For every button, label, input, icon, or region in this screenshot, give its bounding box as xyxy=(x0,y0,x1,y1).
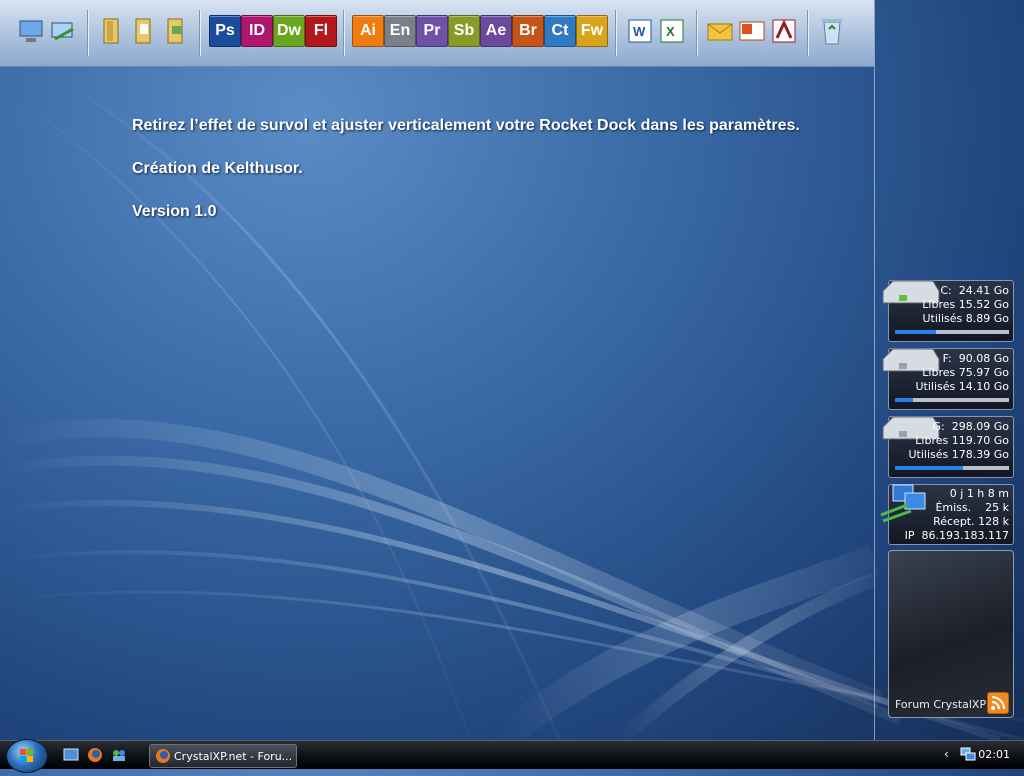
drive-used: 14.10 Go xyxy=(958,380,1009,393)
flash-icon[interactable]: Fl xyxy=(305,14,337,48)
recycle-bin-icon[interactable] xyxy=(816,14,848,48)
taskbar: CrystalXP.net - Foru... ‹ 02:01 xyxy=(0,739,1024,773)
show-desktop-icon[interactable] xyxy=(63,747,79,763)
premiere-icon[interactable]: Pr xyxy=(416,14,448,48)
network-computers-icon xyxy=(880,484,926,523)
drive-free-label: Libres xyxy=(922,366,956,379)
drive-used-label: Utilisés xyxy=(922,312,963,325)
network-ip: 86.193.183.117 xyxy=(921,529,1009,542)
drive-used-label: Utilisés xyxy=(908,448,949,461)
folder-pictures-icon[interactable] xyxy=(161,14,193,48)
dock-separator xyxy=(615,10,616,56)
messenger-icon[interactable] xyxy=(111,747,127,763)
dock-separator xyxy=(87,10,88,56)
soundbooth-icon[interactable]: Sb xyxy=(448,14,480,48)
drive-free-label: Libres xyxy=(915,434,949,447)
word-icon[interactable]: W xyxy=(624,14,656,48)
windows-logo-icon xyxy=(20,749,33,762)
drive-letter: F: xyxy=(942,352,952,365)
drive-free-label: Libres xyxy=(922,298,956,311)
excel-icon[interactable]: X xyxy=(656,14,688,48)
sidebar-divider-line xyxy=(874,0,875,740)
drive-gadget-f[interactable]: F: 90.08 Go Libres 75.97 Go Utilisés 14.… xyxy=(882,348,1014,410)
contribute-icon[interactable]: Ct xyxy=(544,14,576,48)
drive-total: 24.41 Go xyxy=(958,284,1009,297)
drive-letter: G: xyxy=(932,420,945,433)
drive-free: 75.97 Go xyxy=(958,366,1009,379)
drive-free: 15.52 Go xyxy=(958,298,1009,311)
network-sent: 25 k xyxy=(985,501,1009,514)
bridge-icon[interactable]: Br xyxy=(512,14,544,48)
drive-usage-fill xyxy=(895,398,914,402)
network-recv: 128 k xyxy=(978,515,1009,528)
taskbar-button-label: CrystalXP.net - Foru... xyxy=(174,749,293,763)
network-ip-label: IP xyxy=(904,529,915,542)
folder-documents-icon[interactable] xyxy=(129,14,161,48)
indesign-icon[interactable]: ID xyxy=(241,14,273,48)
rocket-dock: Ps ID Dw Fl Ai En Pr Sb Ae Br Ct Fw W X xyxy=(0,0,874,67)
forum-label[interactable]: Forum CrystalXP xyxy=(895,698,986,711)
desktop-text-line: Retirez l’effet de survol et ajuster ver… xyxy=(132,117,800,134)
fireworks-icon[interactable]: Fw xyxy=(576,14,608,48)
drive-gadget-c[interactable]: C: 24.41 Go Libres 15.52 Go Utilisés 8.8… xyxy=(882,280,1014,342)
network-places-icon[interactable] xyxy=(48,14,80,48)
drive-used: 8.89 Go xyxy=(965,312,1009,325)
dock-separator xyxy=(807,10,808,56)
dock-separator xyxy=(696,10,697,56)
computer-icon[interactable] xyxy=(16,14,48,48)
dock-separator xyxy=(343,10,344,56)
drive-free: 119.70 Go xyxy=(951,434,1009,447)
outlook-icon[interactable] xyxy=(704,14,736,48)
drive-usage-fill xyxy=(895,466,964,470)
folder-icon[interactable] xyxy=(97,14,129,48)
drive-used-label: Utilisés xyxy=(915,380,956,393)
drive-used: 178.39 Go xyxy=(951,448,1009,461)
drive-total: 298.09 Go xyxy=(951,420,1009,433)
rss-icon[interactable] xyxy=(987,692,1009,714)
forum-feed-gadget[interactable]: Forum CrystalXP xyxy=(888,550,1014,718)
tray-expand-chevron[interactable]: ‹ xyxy=(944,747,949,761)
drive-gadget-g[interactable]: G: 298.09 Go Libres 119.70 Go Utilisés 1… xyxy=(882,416,1014,478)
drive-usage-bar xyxy=(895,466,1009,470)
drive-usage-fill xyxy=(895,330,937,334)
network-tray-icon[interactable] xyxy=(960,747,976,763)
desktop-text-line: Création de Kelthusor. xyxy=(132,160,303,177)
network-gadget[interactable]: 0 j 1 h 8 m Émiss. 25 k Récept. 128 k IP… xyxy=(880,484,1014,545)
svg-text:X: X xyxy=(666,24,675,39)
after-effects-icon[interactable]: Ae xyxy=(480,14,512,48)
drive-usage-bar xyxy=(895,330,1009,334)
network-sent-label: Émiss. xyxy=(935,501,972,514)
drive-letter: C: xyxy=(940,284,952,297)
taskbar-clock[interactable]: 02:01 xyxy=(978,748,1010,761)
drive-usage-bar xyxy=(895,398,1009,402)
powerpoint-icon[interactable] xyxy=(736,14,768,48)
desktop-wallpaper xyxy=(0,78,1024,740)
taskbar-button-crystalxp[interactable]: CrystalXP.net - Foru... xyxy=(149,744,297,768)
svg-text:W: W xyxy=(633,24,646,39)
photoshop-icon[interactable]: Ps xyxy=(209,14,241,48)
encore-icon[interactable]: En xyxy=(384,14,416,48)
drive-total: 90.08 Go xyxy=(958,352,1009,365)
illustrator-icon[interactable]: Ai xyxy=(352,14,384,48)
firefox-icon xyxy=(156,749,170,763)
desktop-text-line: Version 1.0 xyxy=(132,203,217,220)
dock-separator xyxy=(199,10,200,56)
firefox-icon[interactable] xyxy=(87,747,103,763)
dreamweaver-icon[interactable]: Dw xyxy=(273,14,305,48)
access-icon[interactable] xyxy=(768,14,800,48)
network-uptime: 0 j 1 h 8 m xyxy=(949,487,1009,500)
network-recv-label: Récept. xyxy=(933,515,975,528)
